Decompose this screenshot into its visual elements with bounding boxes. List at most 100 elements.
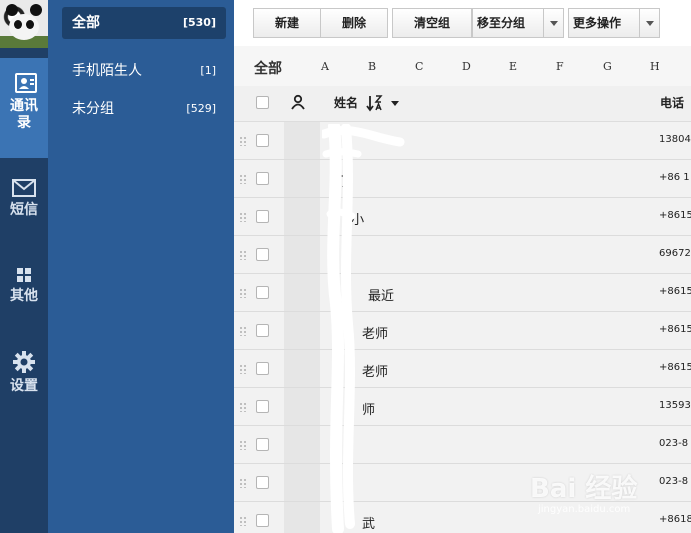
table-row[interactable]: 69672: [234, 236, 691, 274]
drag-handle-icon[interactable]: [239, 478, 247, 488]
alpha-filter-letter[interactable]: D: [462, 60, 471, 73]
contact-avatar: [284, 198, 320, 235]
table-row[interactable]: 武 +8618: [234, 502, 691, 533]
rail-item-contacts[interactable]: 通讯录: [0, 58, 48, 158]
table-row[interactable]: 最近 +8615: [234, 274, 691, 312]
drag-handle-icon[interactable]: [239, 440, 247, 450]
group-item-ungrouped[interactable]: 未分组 [529]: [62, 93, 226, 125]
contact-name: 老师: [362, 365, 389, 380]
user-avatar[interactable]: [0, 0, 48, 48]
contact-phone: +8615: [659, 286, 691, 297]
row-checkbox[interactable]: [256, 172, 269, 185]
drag-handle-icon[interactable]: [239, 364, 247, 374]
toolbar: 新建 删除 清空组 移至分组 更多操作: [234, 0, 691, 46]
contact-avatar: [284, 122, 320, 159]
alpha-filter-letter[interactable]: B: [368, 60, 376, 73]
move-to-group-dropdown[interactable]: 移至分组: [472, 8, 564, 38]
drag-handle-icon[interactable]: [239, 516, 247, 526]
table-row[interactable]: 老师 +8615: [234, 312, 691, 350]
grid-icon: [17, 268, 31, 282]
row-checkbox[interactable]: [256, 210, 269, 223]
contact-phone: 023-8: [659, 438, 689, 449]
contact-avatar: [284, 236, 320, 273]
group-item-all[interactable]: 全部 [530]: [62, 7, 226, 39]
table-row[interactable]: 023-8: [234, 464, 691, 502]
alpha-filter-letter[interactable]: G: [603, 60, 612, 73]
rail-item-other[interactable]: 其他: [0, 266, 48, 336]
phone-column-header[interactable]: 电话: [660, 94, 684, 111]
contact-list: 13804 门 +86 1 门 小 +8615 69672 最近 +8615 老…: [234, 122, 691, 533]
rail-item-sms[interactable]: 短信: [0, 178, 48, 248]
row-checkbox[interactable]: [256, 514, 269, 527]
sort-az-icon[interactable]: [366, 93, 402, 113]
row-checkbox[interactable]: [256, 324, 269, 337]
group-count: [530]: [182, 16, 216, 29]
avatar-face: [9, 14, 39, 40]
group-count: [1]: [200, 64, 216, 77]
avatar-ear-right: [30, 4, 42, 16]
alpha-filter-all[interactable]: 全部: [254, 58, 282, 78]
contact-name: 武: [362, 517, 376, 532]
contacts-book-icon: [15, 73, 37, 93]
row-checkbox[interactable]: [256, 248, 269, 261]
rail-contacts-label: 通讯录: [10, 98, 38, 131]
contacts-main: 新建 删除 清空组 移至分组 更多操作 全部 A B C D E F G H 姓…: [234, 0, 691, 533]
contact-avatar: [284, 388, 320, 425]
drag-handle-icon[interactable]: [239, 326, 247, 336]
contact-name: 老师: [362, 327, 389, 342]
alpha-filter-letter[interactable]: C: [415, 60, 423, 73]
row-checkbox[interactable]: [256, 362, 269, 375]
chevron-down-icon[interactable]: [639, 9, 659, 37]
contact-avatar: [284, 502, 320, 533]
more-actions-dropdown[interactable]: 更多操作: [568, 8, 660, 38]
drag-handle-icon[interactable]: [239, 250, 247, 260]
contact-phone: 13593: [659, 400, 691, 411]
select-all-checkbox[interactable]: [256, 96, 269, 109]
drag-handle-icon[interactable]: [239, 174, 247, 184]
rail-settings-label: 设置: [10, 378, 38, 394]
clear-group-button[interactable]: 清空组: [392, 8, 472, 38]
table-row[interactable]: 023-8: [234, 426, 691, 464]
alpha-filter-letter[interactable]: F: [556, 60, 564, 73]
row-checkbox[interactable]: [256, 134, 269, 147]
delete-button[interactable]: 删除: [320, 8, 388, 38]
avatar-ear-left: [6, 4, 18, 16]
group-item-phone-strangers[interactable]: 手机陌生人 [1]: [62, 55, 226, 87]
gear-icon: [13, 351, 35, 373]
alpha-filter-letter[interactable]: E: [509, 60, 517, 73]
contact-avatar: [284, 426, 320, 463]
table-row[interactable]: 13804: [234, 122, 691, 160]
drag-handle-icon[interactable]: [239, 212, 247, 222]
drag-handle-icon[interactable]: [239, 136, 247, 146]
table-row[interactable]: 门 小 +8615: [234, 198, 691, 236]
chevron-down-icon[interactable]: [543, 9, 563, 37]
table-row[interactable]: 师 13593: [234, 388, 691, 426]
rail-item-settings[interactable]: 设置: [0, 350, 48, 420]
row-checkbox[interactable]: [256, 286, 269, 299]
contact-name: 门 小: [334, 213, 365, 228]
new-contact-button[interactable]: 新建: [253, 8, 321, 38]
group-label: 手机陌生人: [72, 63, 142, 79]
avatar-eye-left: [14, 20, 22, 29]
more-actions-label: 更多操作: [573, 16, 622, 30]
group-label: 未分组: [72, 101, 114, 117]
group-panel: 全部 [530] 手机陌生人 [1] 未分组 [529]: [48, 0, 234, 533]
contact-name: 最近: [368, 289, 395, 304]
table-row[interactable]: 门 +86 1: [234, 160, 691, 198]
table-row[interactable]: 老师 +8615: [234, 350, 691, 388]
contact-phone: +8615: [659, 362, 691, 373]
alpha-filter-letter[interactable]: H: [650, 60, 660, 73]
row-checkbox[interactable]: [256, 438, 269, 451]
drag-handle-icon[interactable]: [239, 288, 247, 298]
contact-avatar: [284, 312, 320, 349]
contact-avatar: [284, 160, 320, 197]
person-icon: [291, 94, 305, 110]
drag-handle-icon[interactable]: [239, 402, 247, 412]
row-checkbox[interactable]: [256, 476, 269, 489]
name-column-header[interactable]: 姓名: [334, 94, 358, 111]
contact-phone: +8615: [659, 324, 691, 335]
row-checkbox[interactable]: [256, 400, 269, 413]
alpha-filter-letter[interactable]: A: [321, 60, 329, 73]
nav-rail: 通讯录 短信 其他 设置: [0, 0, 48, 533]
contact-phone: +86 1: [659, 172, 690, 183]
